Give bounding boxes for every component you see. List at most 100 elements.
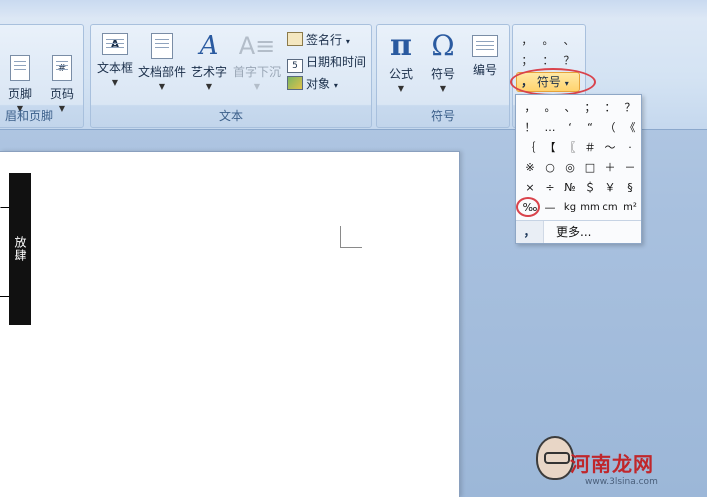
numbering-button[interactable]: 编号 [467, 35, 503, 78]
signature-icon [287, 32, 303, 46]
symbol-cell[interactable]: — [540, 199, 560, 217]
symbol-cell[interactable]: 、 [562, 32, 576, 48]
numbering-label: 编号 [472, 63, 497, 77]
symbol-cell[interactable]: · [620, 139, 640, 157]
object-icon [287, 76, 303, 90]
chevron-down-icon: ▼ [158, 82, 166, 91]
chevron-down-icon: ▼ [111, 78, 119, 87]
chevron-down-icon: ▼ [205, 82, 213, 91]
equation-icon: π [390, 28, 412, 63]
textbox-button[interactable]: A 文本框 ▼ [95, 33, 135, 87]
signature-line-button[interactable]: 签名行 ▾ [287, 31, 350, 48]
symbol-cell[interactable]: （ [600, 119, 620, 137]
symbol-cell[interactable]: ： [600, 99, 620, 117]
symbol-split-label: 符号 [536, 75, 561, 89]
symbol-cell[interactable]: ～ [600, 139, 620, 157]
symbol-cell[interactable]: ？ [620, 99, 640, 117]
wordart-button[interactable]: A 艺术字 ▼ [189, 33, 229, 91]
logo-title: 河南龙网 [570, 452, 654, 476]
chevron-down-icon: ▼ [439, 84, 447, 93]
symbols-group: π 公式 ▼ Ω 符号 ▼ 编号 符号 [376, 24, 510, 128]
quick-parts-label: 文档部件 [137, 65, 186, 79]
symbol-button[interactable]: Ω 符号 ▼ [425, 31, 461, 94]
symbol-cell[interactable]: × [520, 179, 540, 197]
symbol-cell[interactable]: ◎ [560, 159, 580, 177]
dropcap-button[interactable]: A≡ 首字下沉 ▼ [231, 33, 283, 91]
numbering-icon [472, 35, 498, 57]
symbol-cell[interactable]: kg [560, 199, 580, 217]
symbol-label: 符号 [430, 67, 455, 81]
symbol-cell[interactable]: 。 [540, 99, 560, 117]
symbol-cell[interactable]: ÷ [540, 179, 560, 197]
textbox-label: 文本框 [96, 61, 133, 75]
group-label: 文本 [218, 109, 243, 123]
footer-button[interactable]: 页脚 ▼ [3, 55, 37, 113]
symbol-cell[interactable]: □ [580, 159, 600, 177]
symbol-cell[interactable]: ‘ [560, 119, 580, 137]
equation-button[interactable]: π 公式 ▼ [383, 28, 419, 94]
footer-label: 页脚 [7, 87, 32, 101]
document-page[interactable] [0, 151, 460, 497]
signature-label: 签名行 [306, 33, 343, 47]
chevron-down-icon: ▾ [333, 81, 338, 90]
header-footer-group: 页脚 ▼ # 页码 ▼ 眉和页脚 [0, 24, 84, 128]
textbox-icon: A [102, 33, 128, 55]
logo-avatar-icon [536, 436, 574, 480]
group-label: 眉和页脚 [4, 109, 53, 123]
symbol-cell[interactable]: … [540, 119, 560, 137]
comma-icon: ， [516, 221, 544, 243]
symbol-cell[interactable]: ， [520, 32, 534, 48]
chevron-down-icon: ▾ [345, 37, 350, 46]
symbol-cell[interactable]: ！ [520, 119, 540, 137]
symbol-cell[interactable]: 【 [540, 139, 560, 157]
dropcap-icon: A≡ [238, 32, 276, 60]
symbol-cell[interactable]: cm [600, 199, 620, 217]
group-label: 符号 [430, 109, 455, 123]
margin-corner-mark [340, 226, 362, 248]
symbol-cell[interactable]: ； [520, 52, 534, 68]
more-symbols-button[interactable]: 更多... [556, 221, 591, 243]
symbol-dropdown: ， 。 、 ； ： ？ ！ … ‘ “ （ 《 ｛ 【 〖 ＃ ～ · ※ ○ … [515, 94, 642, 244]
symbol-cell[interactable]: 《 [620, 119, 640, 137]
symbol-cell-permille[interactable]: ‰ [520, 199, 540, 217]
date-time-button[interactable]: 5 日期和时间 [287, 53, 366, 73]
date-time-label: 日期和时间 [306, 55, 367, 69]
footer-icon [10, 55, 30, 81]
watermark-text: 放肆吧/www.fun48.com [0, 173, 31, 325]
wordart-icon: A [199, 31, 219, 61]
symbol-cell[interactable]: 〖 [560, 139, 580, 157]
symbol-cell[interactable]: ※ [520, 159, 540, 177]
symbol-split-button[interactable]: ， 符号 ▾ [516, 72, 580, 92]
symbol-cell[interactable]: ？ [562, 52, 576, 68]
symbol-cell[interactable]: № [560, 179, 580, 197]
symbol-cell[interactable]: ￥ [600, 179, 620, 197]
object-button[interactable]: 对象 ▾ [287, 75, 338, 92]
symbol-cell[interactable]: ， [520, 99, 540, 117]
page-number-button[interactable]: # 页码 ▼ [45, 55, 79, 113]
symbol-cell[interactable]: ＃ [580, 139, 600, 157]
symbol-cell[interactable]: ○ [540, 159, 560, 177]
symbol-cell[interactable]: “ [580, 119, 600, 137]
quick-parts-button[interactable]: 文档部件 ▼ [137, 33, 187, 91]
symbol-cell[interactable]: ； [580, 99, 600, 117]
object-label: 对象 [306, 77, 331, 91]
symbol-cell[interactable]: ＋ [600, 159, 620, 177]
symbol-cell[interactable]: m² [620, 199, 640, 217]
symbol-cell[interactable]: ： [541, 52, 555, 68]
equation-label: 公式 [388, 67, 413, 81]
symbol-cell[interactable]: § [620, 179, 640, 197]
symbol-cell[interactable]: ｛ [520, 139, 540, 157]
symbol-cell[interactable]: 。 [541, 32, 555, 48]
symbol-cell[interactable]: mm [580, 199, 600, 217]
page-number-label: 页码 [49, 87, 74, 101]
comma-icon: ， [521, 75, 534, 89]
page-number-icon: # [52, 55, 72, 81]
symbol-cell[interactable]: ＄ [580, 179, 600, 197]
chevron-down-icon: ▾ [564, 79, 569, 88]
dropcap-label: 首字下沉 [232, 65, 281, 79]
quick-parts-icon [151, 33, 173, 59]
symbol-cell[interactable]: － [620, 159, 640, 177]
text-group: A 文本框 ▼ 文档部件 ▼ A 艺术字 ▼ A≡ 首字下沉 ▼ 签名行 ▾ 5… [90, 24, 372, 128]
date-time-icon: 5 [287, 59, 303, 73]
symbol-cell[interactable]: 、 [560, 99, 580, 117]
